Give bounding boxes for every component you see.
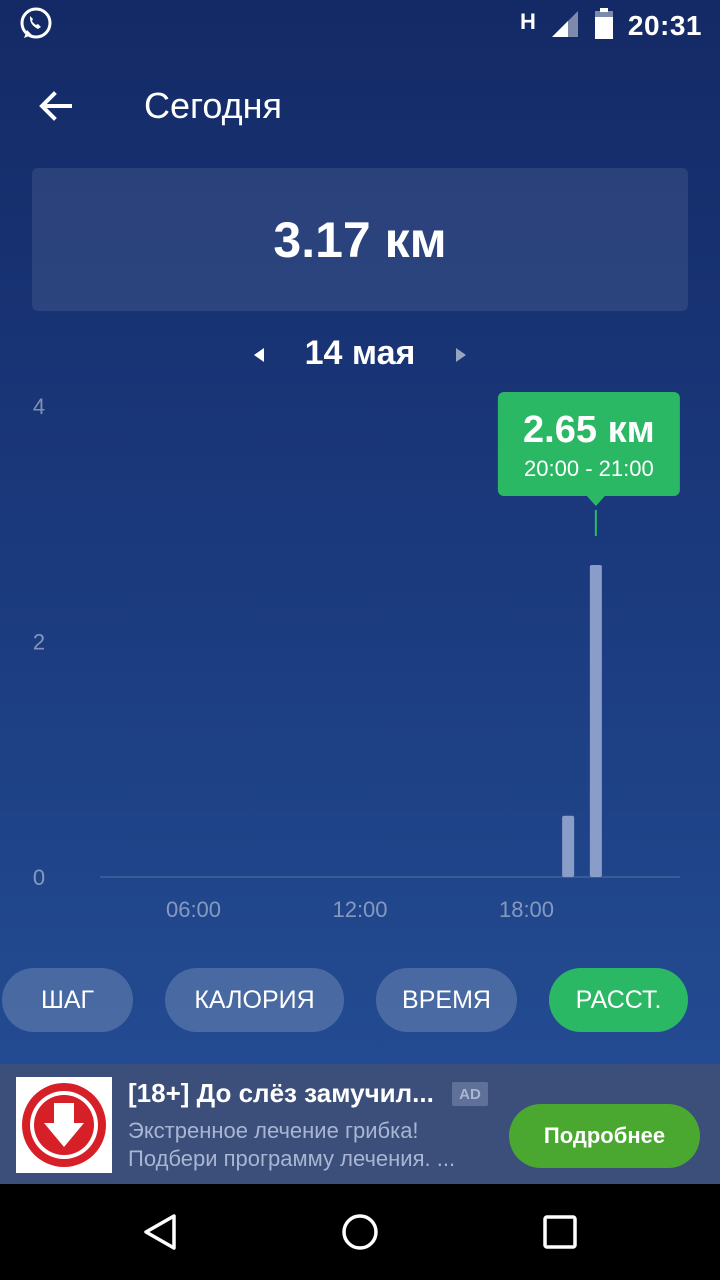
summary-card: 3.17 км [32,168,688,311]
ad-title[interactable]: [18+] До слёз замучил... [128,1078,448,1109]
arrow-left-icon [39,91,72,121]
tab-steps[interactable]: ШАГ [2,968,133,1032]
system-nav-bar [0,1184,720,1280]
next-day-button[interactable] [448,342,474,368]
back-button[interactable] [34,84,78,128]
ad-badge: AD [452,1082,488,1106]
tooltip-time-range: 20:00 - 21:00 [524,456,654,481]
nav-home-button[interactable] [336,1208,384,1256]
battery-icon [594,7,614,45]
status-bar: H 20:31 [0,0,720,50]
distance-chart[interactable]: 0 2 4 06:00 12:00 18:00 2.65 км 20:00 - 21:00 [0,380,720,940]
ad-cta-button[interactable]: Подробнее [509,1104,700,1168]
triangle-left-icon [254,348,264,362]
tooltip-pointer [586,496,605,506]
chart-bar [589,564,602,877]
y-tick-label: 2 [33,630,45,655]
clock: 20:31 [627,10,702,41]
tab-distance[interactable]: РАССТ. [549,968,688,1032]
down-arrow-icon [22,1083,106,1167]
date-navigator: 14 мая [0,330,720,378]
network-type-label: H [519,9,536,34]
ad-image[interactable] [16,1077,112,1173]
recents-square-icon [543,1215,577,1249]
ad-description-line-1: Экстренное лечение грибка! [128,1118,419,1143]
whatsapp-icon [18,6,54,42]
page-title: Сегодня [144,85,282,126]
x-tick-label: 06:00 [166,897,221,922]
date-label: 14 мая [304,334,416,372]
triangle-right-icon [456,348,466,362]
y-tick-label: 0 [33,865,45,890]
tab-time[interactable]: ВРЕМЯ [376,968,517,1032]
home-circle-icon [342,1214,378,1250]
app-bar: Сегодня [0,70,720,142]
ad-banner[interactable]: [18+] До слёз замучил... AD Экстренное л… [0,1064,720,1184]
total-distance: 3.17 км [273,211,447,268]
x-tick-label: 18:00 [499,897,554,922]
tab-calories[interactable]: КАЛОРИЯ [165,968,344,1032]
signal-icon [550,9,580,44]
tooltip-value: 2.65 км [523,409,655,451]
ad-description-line-2: Подбери программу лечения. ... [128,1146,456,1171]
previous-day-button[interactable] [246,342,272,368]
x-tick-label: 12:00 [332,897,387,922]
nav-back-button[interactable] [136,1208,184,1256]
nav-recents-button[interactable] [536,1208,584,1256]
y-tick-label: 4 [33,394,45,419]
chart-bar [562,815,575,877]
metric-tabs: ШАГ КАЛОРИЯ ВРЕМЯ РАССТ. [0,968,720,1032]
back-triangle-icon [144,1214,176,1250]
